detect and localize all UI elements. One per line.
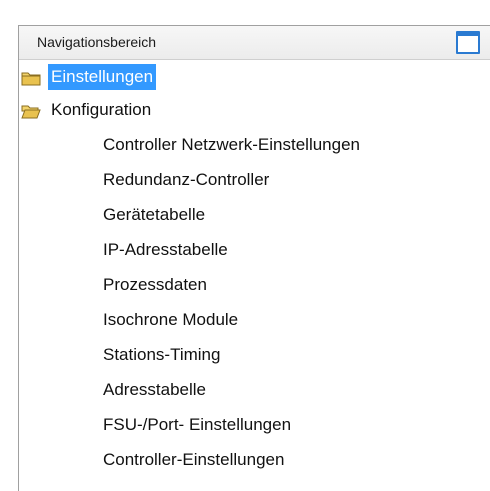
folder-closed-icon (21, 72, 41, 86)
tree-item-stations-timing[interactable]: Stations-Timing (103, 342, 220, 368)
tree-item-label: Stations-Timing (103, 345, 221, 364)
tree-item-adresstabelle[interactable]: Adresstabelle (103, 377, 206, 403)
tree-item-label: Adresstabelle (103, 380, 207, 399)
panel-title: Navigationsbereich (37, 34, 157, 50)
tree-item-label: Redundanz-Controller (103, 170, 270, 189)
tree-item-label: Isochrone Module (103, 310, 239, 329)
window-icon[interactable] (456, 31, 480, 54)
folder-open-icon (21, 105, 41, 119)
tree-item-isochrone-module[interactable]: Isochrone Module (103, 307, 238, 333)
tree-item-controller-netzwerk[interactable]: Controller Netzwerk-Einstellungen (103, 132, 360, 158)
tree-item-label: Prozessdaten (103, 275, 207, 294)
tree-item-label: Gerätetabelle (103, 205, 206, 224)
tree-item-ip-adresstabelle[interactable]: IP-Adresstabelle (103, 237, 228, 263)
tree-item-label: Controller Netzwerk-Einstellungen (103, 135, 361, 154)
tree-item-label: FSU-/Port- Einstellungen (103, 415, 292, 434)
tree-item-label: IP-Adresstabelle (103, 240, 228, 259)
navigation-panel: Navigationsbereich Einstellungen Konfigu… (18, 25, 490, 491)
tree-item-geraetetabelle[interactable]: Gerätetabelle (103, 202, 205, 228)
tree-item-fsu-port-einstellungen[interactable]: FSU-/Port- Einstellungen (103, 412, 291, 438)
tree-item-label: Controller-Einstellungen (103, 450, 285, 469)
panel-header: Navigationsbereich (19, 26, 490, 60)
tree-item-prozessdaten[interactable]: Prozessdaten (103, 272, 207, 298)
tree-item-redundanz-controller[interactable]: Redundanz-Controller (103, 167, 269, 193)
tree-item-label: Konfiguration (51, 100, 152, 119)
tree-item-controller-einstellungen[interactable]: Controller-Einstellungen (103, 447, 284, 473)
tree-item-label: Einstellungen (48, 64, 157, 90)
